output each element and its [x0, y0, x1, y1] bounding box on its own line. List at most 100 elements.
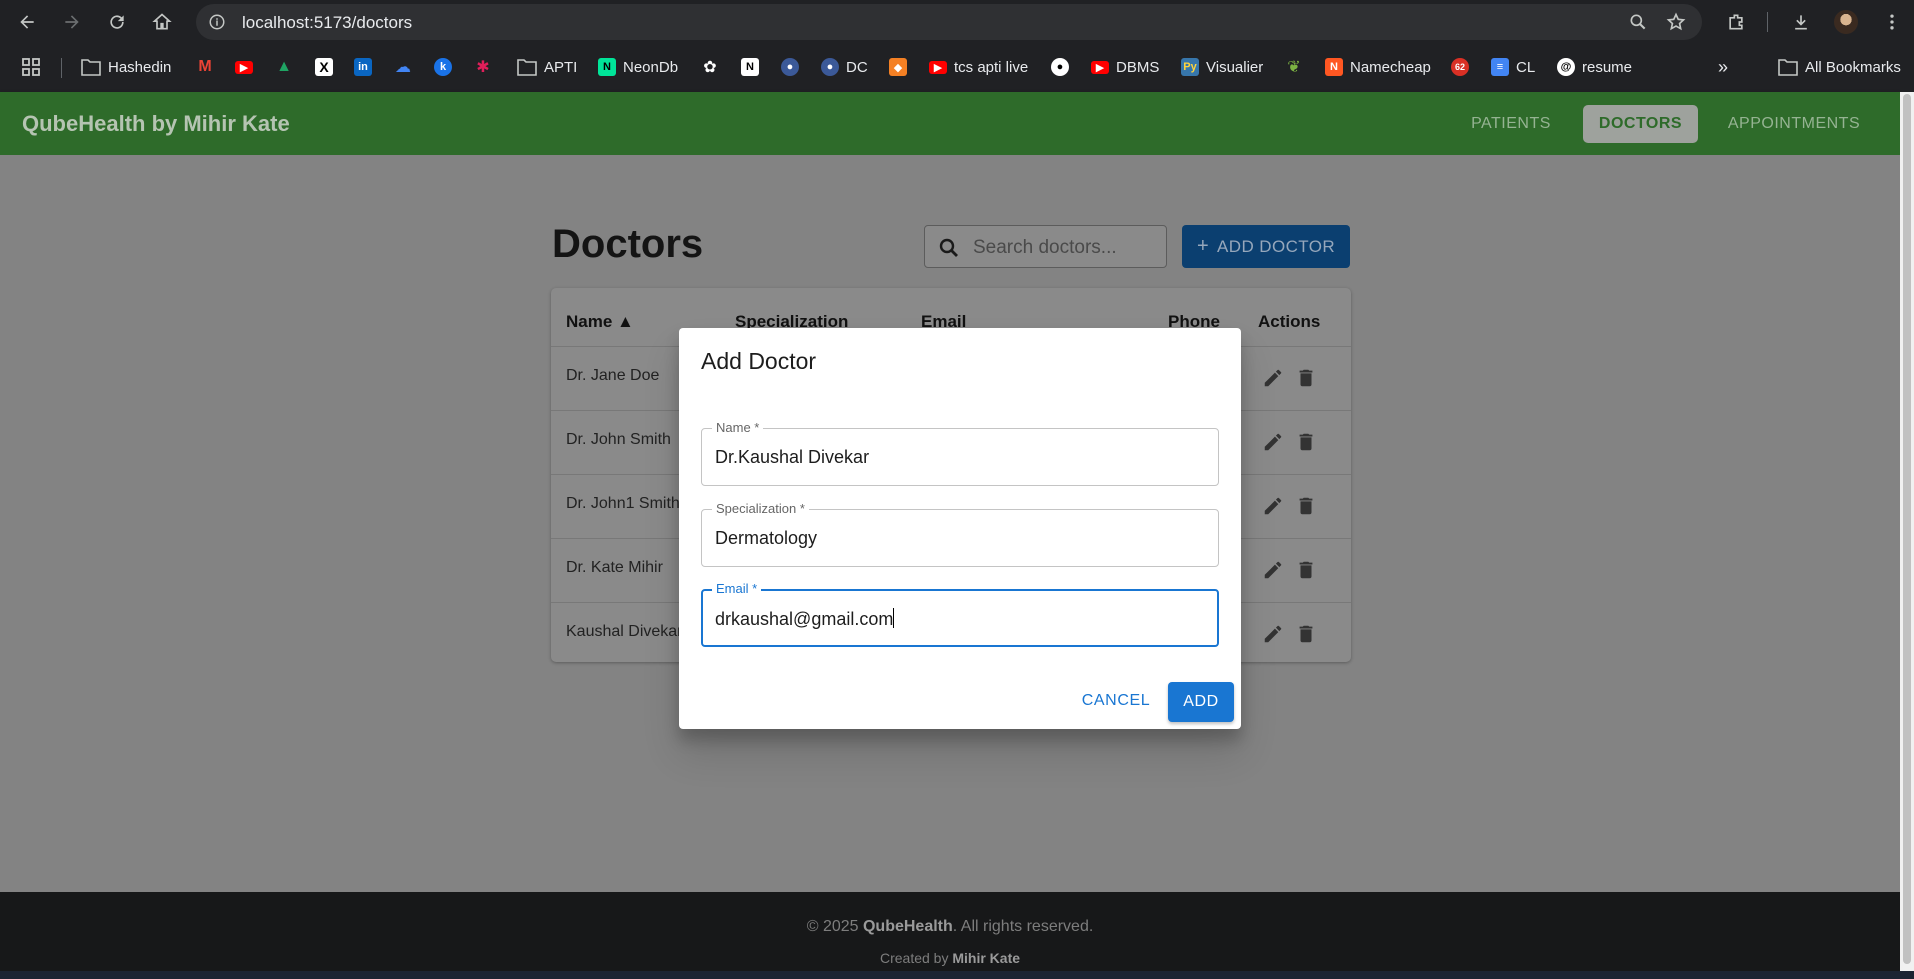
page-title: Doctors	[552, 222, 704, 266]
edit-icon[interactable]	[1262, 367, 1284, 389]
nav-appointments[interactable]: APPOINTMENTS	[1715, 105, 1873, 143]
bookmark-label: APTI	[544, 58, 578, 76]
bookmark-dbms[interactable]: ▶ DBMS	[1091, 56, 1159, 78]
bookmark-label: Visualier	[1206, 58, 1264, 76]
bookmark-linkedin[interactable]: in	[354, 56, 372, 78]
delete-icon[interactable]	[1295, 431, 1317, 453]
edit-icon[interactable]	[1262, 431, 1284, 453]
add-button[interactable]: ADD	[1168, 682, 1234, 722]
notion-icon: N	[741, 58, 759, 76]
footer-credit: Created by Mihir Kate	[0, 950, 1900, 966]
bookmark-cloud[interactable]: ☁	[394, 56, 412, 78]
brand-title[interactable]: QubeHealth by Mihir Kate	[22, 111, 290, 137]
scrollbar-thumb[interactable]	[1903, 94, 1911, 964]
edit-icon[interactable]	[1262, 623, 1284, 645]
edit-icon[interactable]	[1262, 559, 1284, 581]
bookmarks-divider	[61, 58, 62, 78]
delete-icon[interactable]	[1295, 367, 1317, 389]
profile-avatar[interactable]	[1834, 10, 1858, 34]
bookmark-namecheap[interactable]: N Namecheap	[1325, 56, 1431, 78]
box-icon: ◆	[889, 58, 907, 76]
github-icon: ●	[1051, 58, 1069, 76]
reload-icon[interactable]	[103, 8, 131, 36]
bookmark-youtube[interactable]: ▶	[235, 56, 253, 78]
download-icon[interactable]	[1787, 8, 1815, 36]
bookmark-hashedin[interactable]: Hashedin	[81, 56, 171, 78]
cloud-icon: ☁	[395, 59, 411, 76]
bookmark-drive[interactable]: ▲	[275, 56, 293, 78]
url-text[interactable]: localhost:5173/doctors	[242, 13, 412, 33]
bookmark-avatar[interactable]: ●	[781, 56, 799, 78]
bookmark-label: DBMS	[1116, 58, 1160, 76]
delete-icon[interactable]	[1295, 495, 1317, 517]
menu-dots-icon[interactable]	[1878, 8, 1906, 36]
site-info-icon[interactable]	[208, 13, 226, 31]
swirl-icon: @	[1557, 58, 1575, 76]
nav-doctors[interactable]: DOCTORS	[1583, 105, 1698, 143]
nav-patients[interactable]: PATIENTS	[1457, 105, 1565, 143]
bookmark-github[interactable]: ●	[1051, 56, 1069, 78]
dialog-title: Add Doctor	[701, 348, 817, 374]
bookmark-resume[interactable]: @ resume	[1557, 56, 1632, 78]
add-doctor-label: ADD DOCTOR	[1217, 236, 1336, 256]
column-header-name[interactable]: Name ▲	[566, 312, 634, 332]
name-field-value[interactable]: Dr.Kaushal Divekar	[715, 447, 869, 468]
all-bookmarks[interactable]: All Bookmarks	[1778, 56, 1901, 78]
add-doctor-button[interactable]: + ADD DOCTOR	[1182, 225, 1350, 268]
search-input[interactable]: Search doctors...	[924, 225, 1167, 268]
name-field[interactable]: Name * Dr.Kaushal Divekar	[701, 420, 1219, 486]
drive-icon: ▲	[276, 58, 292, 75]
namecheap-icon: N	[1325, 58, 1343, 76]
bookmark-tcs-apti-live[interactable]: ▶ tcs apti live	[929, 56, 1028, 78]
bookmark-cl[interactable]: ≡ CL	[1491, 56, 1535, 78]
bookmark-dc[interactable]: ● DC	[821, 56, 868, 78]
bookmark-apti[interactable]: APTI	[517, 56, 577, 78]
os-taskbar	[0, 971, 1914, 979]
cancel-button[interactable]: CANCEL	[1075, 682, 1157, 720]
email-field-label: Email *	[712, 581, 762, 596]
bookmarks-bar: Hashedin M ▶ ▲ X in ☁ k ✱ APTI N NeonDb …	[0, 44, 1914, 92]
page-scrollbar[interactable]	[1900, 92, 1914, 979]
bookmark-badge[interactable]: 62	[1451, 56, 1469, 78]
copyright-text: . All rights reserved.	[952, 918, 1094, 935]
avatar-bookmark-icon: ●	[781, 58, 799, 76]
bookmark-x[interactable]: X	[315, 56, 333, 78]
specialization-field[interactable]: Specialization * Dermatology	[701, 501, 1219, 567]
bookmark-visualier[interactable]: Py Visualier	[1181, 56, 1263, 78]
copyright-year: © 2025	[806, 918, 859, 935]
bookmark-gmail[interactable]: M	[196, 56, 214, 78]
bookmark-slack[interactable]: ✱	[474, 56, 492, 78]
delete-icon[interactable]	[1295, 559, 1317, 581]
bookmark-notion[interactable]: N	[741, 56, 759, 78]
bookmark-label: DC	[846, 58, 868, 76]
bookmark-kotak[interactable]: k	[434, 56, 452, 78]
bookmark-openai[interactable]: ✿	[701, 56, 719, 78]
python-icon: Py	[1181, 58, 1199, 76]
back-icon[interactable]	[13, 8, 41, 36]
bookmark-neondb[interactable]: N NeonDb	[598, 56, 678, 78]
address-bar[interactable]: localhost:5173/doctors	[196, 4, 1702, 40]
delete-icon[interactable]	[1295, 623, 1317, 645]
bookmark-box[interactable]: ◆	[889, 56, 907, 78]
home-icon[interactable]	[148, 8, 176, 36]
search-placeholder: Search doctors...	[973, 237, 1117, 258]
forward-icon[interactable]	[58, 8, 86, 36]
specialization-field-value[interactable]: Dermatology	[715, 528, 817, 549]
email-field[interactable]: Email * drkaushal@gmail.com	[701, 581, 1219, 647]
toolbar-divider	[1767, 12, 1768, 32]
email-field-content[interactable]: drkaushal@gmail.com	[715, 608, 895, 630]
folder-icon	[517, 59, 537, 76]
more-bookmarks-icon[interactable]: »	[1718, 56, 1728, 78]
edit-icon[interactable]	[1262, 495, 1284, 517]
zoom-icon[interactable]	[1628, 12, 1648, 32]
apps-grid-icon[interactable]	[21, 56, 41, 78]
bookmark-leaf[interactable]: ❦	[1285, 56, 1303, 78]
specialization-field-label: Specialization *	[712, 501, 809, 516]
bookmark-label: tcs apti live	[954, 58, 1029, 76]
youtube-icon: ▶	[235, 60, 253, 74]
bookmark-star-icon[interactable]	[1666, 12, 1686, 32]
extensions-icon[interactable]	[1722, 8, 1750, 36]
badge-62-icon: 62	[1451, 58, 1469, 76]
add-doctor-dialog: Add Doctor Name * Dr.Kaushal Divekar Spe…	[679, 328, 1241, 729]
gmail-icon: M	[198, 58, 212, 75]
